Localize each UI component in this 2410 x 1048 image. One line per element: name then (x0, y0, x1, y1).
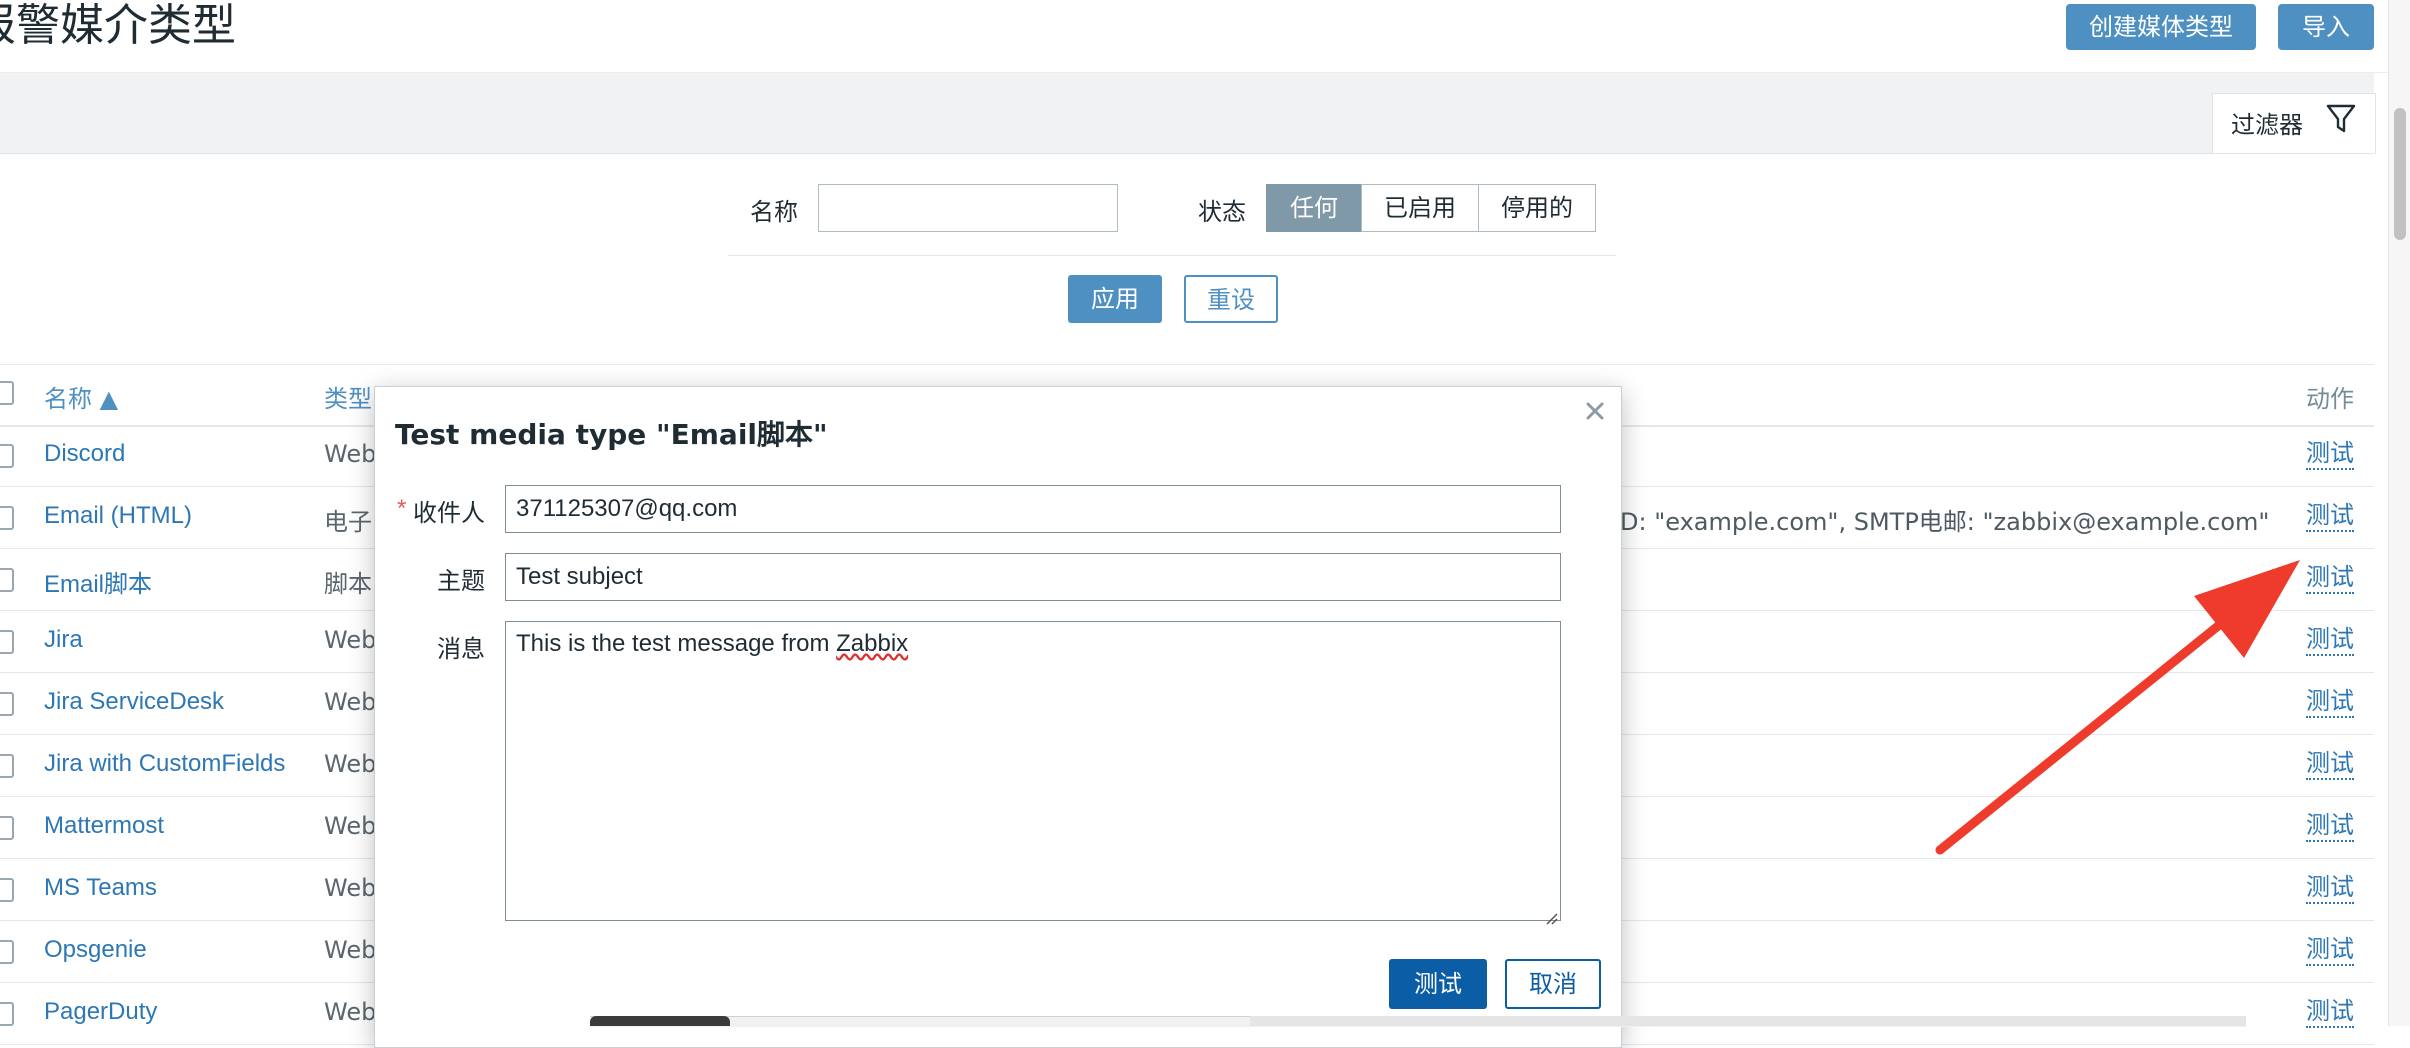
row-type: Web (324, 688, 377, 716)
filter-divider (728, 255, 1616, 256)
select-all-checkbox[interactable] (0, 381, 14, 405)
message-text-misspelled: Zabbix (836, 630, 909, 657)
row-checkbox[interactable] (0, 506, 14, 530)
bottom-toolbar-tab (590, 1016, 730, 1026)
resize-grip-icon[interactable] (1544, 904, 1558, 925)
funnel-icon (2325, 102, 2357, 141)
row-name-link[interactable]: PagerDuty (44, 998, 157, 1026)
page-title: 报警媒介类型 (0, 0, 236, 51)
row-name-link[interactable]: Email脚本 (44, 564, 152, 599)
row-type: Web (324, 440, 377, 468)
required-marker: * (397, 495, 407, 522)
row-type: Web (324, 936, 377, 964)
filter-panel: 名称 状态 应用 重设 (0, 153, 2374, 342)
filter-name-input[interactable] (818, 184, 1118, 232)
row-name-link[interactable]: Jira (44, 626, 83, 654)
row-test-link[interactable]: 测试 (2306, 562, 2354, 594)
test-button[interactable]: 测试 (1389, 959, 1487, 1009)
status-option-enabled[interactable]: 已启用 (1361, 184, 1479, 232)
row-type: 脚本 (324, 570, 372, 598)
close-icon[interactable] (1585, 395, 1605, 429)
row-checkbox[interactable] (0, 1002, 14, 1026)
dialog-title: Test media type "Email脚本" (395, 418, 828, 451)
row-checkbox[interactable] (0, 754, 14, 778)
cancel-button[interactable]: 取消 (1505, 959, 1601, 1009)
import-button[interactable]: 导入 (2278, 4, 2374, 50)
row-test-link[interactable]: 测试 (2306, 438, 2354, 470)
row-name-link[interactable]: Jira ServiceDesk (44, 688, 224, 716)
message-text: This is the test message from (516, 630, 837, 657)
message-label: 消息 (437, 635, 485, 663)
row-name-link[interactable]: MS Teams (44, 874, 157, 902)
row-name-link[interactable]: Email (HTML) (44, 502, 192, 530)
row-checkbox[interactable] (0, 940, 14, 964)
row-type: 电子 (324, 508, 372, 536)
recipient-label: 收件人 (413, 499, 485, 527)
row-type: Web (324, 750, 377, 778)
subject-input[interactable] (505, 553, 1561, 601)
row-test-link[interactable]: 测试 (2306, 996, 2354, 1028)
page-header: 报警媒介类型 创建媒体类型 导入 (0, 0, 2388, 73)
message-textarea[interactable]: This is the test message from Zabbix (505, 621, 1561, 925)
row-test-link[interactable]: 测试 (2306, 810, 2354, 842)
scrollbar-thumb[interactable] (2394, 108, 2406, 240)
column-actions: 动作 (2306, 385, 2354, 413)
row-checkbox[interactable] (0, 630, 14, 654)
row-test-link[interactable]: 测试 (2306, 624, 2354, 656)
row-name-link[interactable]: Jira with CustomFields (44, 750, 285, 778)
test-media-type-dialog: Test media type "Email脚本" * 收件人 主题 消息 Th… (374, 386, 1622, 1048)
column-type[interactable]: 类型 (324, 379, 372, 414)
filter-status-label: 状态 (1198, 198, 1246, 226)
filter-tab[interactable]: 过滤器 (2212, 93, 2376, 154)
apply-button[interactable]: 应用 (1068, 275, 1162, 323)
reset-button[interactable]: 重设 (1184, 275, 1278, 323)
row-name-link[interactable]: Mattermost (44, 812, 164, 840)
row-checkbox[interactable] (0, 878, 14, 902)
row-checkbox[interactable] (0, 568, 14, 592)
row-type: Web (324, 998, 377, 1026)
row-test-link[interactable]: 测试 (2306, 686, 2354, 718)
row-test-link[interactable]: 测试 (2306, 872, 2354, 904)
row-test-link[interactable]: 测试 (2306, 934, 2354, 966)
status-option-disabled[interactable]: 停用的 (1478, 184, 1596, 232)
create-media-type-button[interactable]: 创建媒体类型 (2066, 4, 2256, 50)
row-type: Web (324, 812, 377, 840)
row-test-link[interactable]: 测试 (2306, 500, 2354, 532)
recipient-input[interactable] (505, 485, 1561, 533)
filter-name-label: 名称 (750, 198, 798, 226)
bottom-toolbar-segment (1250, 1016, 2246, 1026)
row-type: Web (324, 626, 377, 654)
row-details: D: "example.com", SMTP电邮: "zabbix@exampl… (1620, 508, 2270, 536)
column-name[interactable]: 名称 ▲ (44, 379, 118, 414)
subject-label: 主题 (437, 567, 485, 595)
status-option-any[interactable]: 任何 (1266, 184, 1362, 232)
row-checkbox[interactable] (0, 444, 14, 468)
row-type: Web (324, 874, 377, 902)
row-checkbox[interactable] (0, 816, 14, 840)
row-test-link[interactable]: 测试 (2306, 748, 2354, 780)
row-name-link[interactable]: Opsgenie (44, 936, 147, 964)
row-checkbox[interactable] (0, 692, 14, 716)
filter-tab-label: 过滤器 (2231, 111, 2303, 139)
row-name-link[interactable]: Discord (44, 440, 125, 468)
